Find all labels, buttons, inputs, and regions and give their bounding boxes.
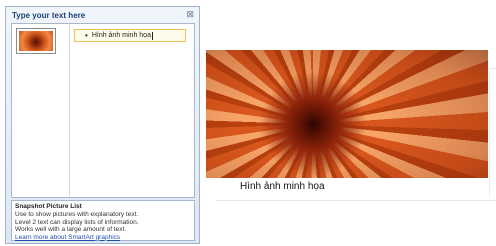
smartart-text-pane: Type your text here ⊠ • Hình ảnh minh họ…	[5, 6, 200, 244]
text-pane-bullet-item[interactable]: • Hình ảnh minh họa	[74, 29, 186, 42]
bullet-item-text: Hình ảnh minh họa	[91, 32, 151, 39]
picture-thumbnail[interactable]	[16, 28, 56, 54]
text-pane-title: Type your text here	[12, 11, 86, 20]
bullet-icon: •	[85, 30, 88, 40]
text-pane-list: • Hình ảnh minh họa	[11, 23, 195, 198]
smartart-frame-bottom-edge	[216, 197, 496, 201]
photo-shading	[206, 50, 488, 178]
layout-description-title: Snapshot Picture List	[15, 203, 82, 210]
layout-description-text: Use to show pictures with explanatory te…	[15, 211, 139, 233]
flower-image-icon	[19, 31, 53, 51]
smartart-frame-edge	[489, 68, 496, 198]
text-caret	[151, 31, 153, 40]
learn-more-link[interactable]: Learn more about SmartArt graphics	[15, 234, 191, 242]
close-icon[interactable]: ⊠	[186, 9, 194, 19]
picture-caption-text: Hình ảnh minh họa	[240, 181, 325, 192]
chrysanthemum-photo[interactable]	[206, 50, 488, 178]
picture-caption-shape[interactable]: Hình ảnh minh họa	[227, 178, 488, 193]
layout-description: Snapshot Picture List Use to show pictur…	[11, 200, 195, 241]
picture-thumbnail-column	[12, 24, 70, 197]
